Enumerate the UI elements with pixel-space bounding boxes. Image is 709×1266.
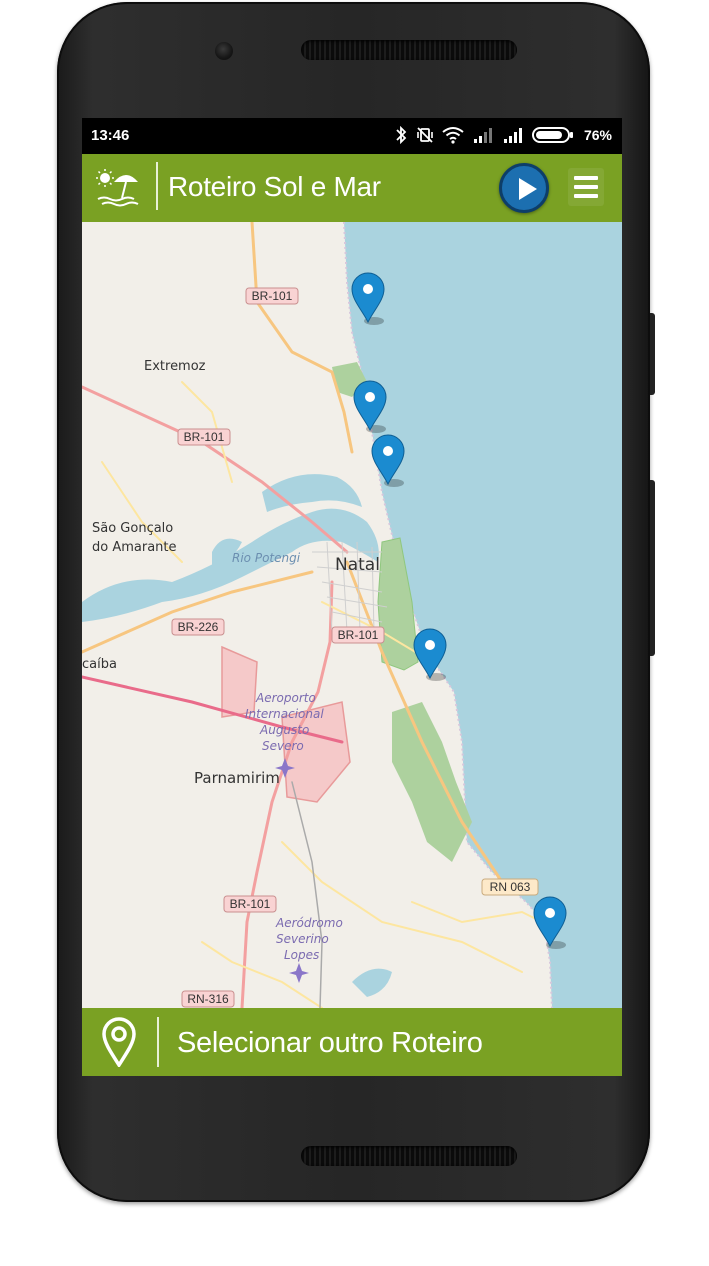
select-route-button[interactable]: Selecionar outro Roteiro — [82, 1008, 622, 1076]
front-camera — [215, 42, 233, 60]
place-label-extremoz: Extremoz — [144, 359, 206, 374]
power-button — [650, 313, 655, 395]
map-canvas[interactable]: BR-101 BR-101 BR-226 BR-101 BR-101 RN-31… — [82, 222, 622, 1008]
road-label-br101-north: BR-101 — [252, 289, 293, 303]
place-label-macaiba: caíba — [82, 657, 117, 672]
app-title: Roteiro Sol e Mar — [168, 171, 381, 202]
battery-icon — [531, 127, 573, 143]
road-label-rn063: RN 063 — [490, 880, 531, 894]
app-bar: Roteiro Sol e Mar — [82, 154, 622, 222]
road-label-br226: BR-226 — [178, 620, 219, 634]
aerodromo-label-3: Lopes — [284, 948, 319, 962]
bottom-divider — [157, 1017, 159, 1067]
road-label-br101-south: BR-101 — [230, 897, 271, 911]
volume-button — [650, 480, 655, 656]
signal-icon — [473, 128, 492, 143]
map-view[interactable]: BR-101 BR-101 BR-226 BR-101 BR-101 RN-31… — [82, 222, 622, 1008]
place-label-parnamirim: Parnamirim — [194, 769, 280, 787]
place-label-sao-goncalo-2: do Amarante — [92, 540, 177, 555]
location-pin-icon — [102, 1017, 136, 1067]
place-label-natal: Natal — [335, 555, 380, 575]
road-label-br101-center: BR-101 — [338, 628, 379, 642]
place-label-sao-goncalo-1: São Gonçalo — [92, 521, 173, 536]
play-button[interactable] — [499, 163, 549, 213]
top-speaker — [301, 40, 517, 60]
aerodromo-label-1: Aeródromo — [275, 916, 343, 930]
select-route-label: Selecionar outro Roteiro — [177, 1027, 483, 1059]
place-label-rio-potengi: Rio Potengi — [232, 551, 301, 565]
device-screen: 13:46 76% Roteiro Sol e Mar BR-101 BR-10… — [82, 118, 622, 1076]
road-label-rn316: RN-316 — [187, 992, 229, 1006]
appbar-divider — [156, 162, 158, 210]
road-label-br101-west: BR-101 — [184, 430, 225, 444]
status-bar: 13:46 76% — [82, 118, 622, 154]
hamburger-menu-icon[interactable] — [568, 168, 604, 206]
airport-label-2: Internacional — [245, 707, 324, 721]
bluetooth-icon — [396, 126, 407, 144]
airport-label-4: Severo — [262, 739, 304, 753]
airport-label-1: Aeroporto — [255, 691, 316, 705]
beach-umbrella-icon — [96, 169, 139, 207]
airport-label-3: Augusto — [259, 723, 309, 737]
battery-percent: 76% — [583, 127, 612, 143]
status-time: 13:46 — [91, 127, 130, 144]
bottom-speaker — [301, 1146, 517, 1166]
aerodromo-label-2: Severino — [276, 932, 329, 946]
wifi-icon — [442, 127, 464, 144]
signal-icon — [503, 128, 522, 143]
vibrate-icon — [417, 127, 433, 143]
